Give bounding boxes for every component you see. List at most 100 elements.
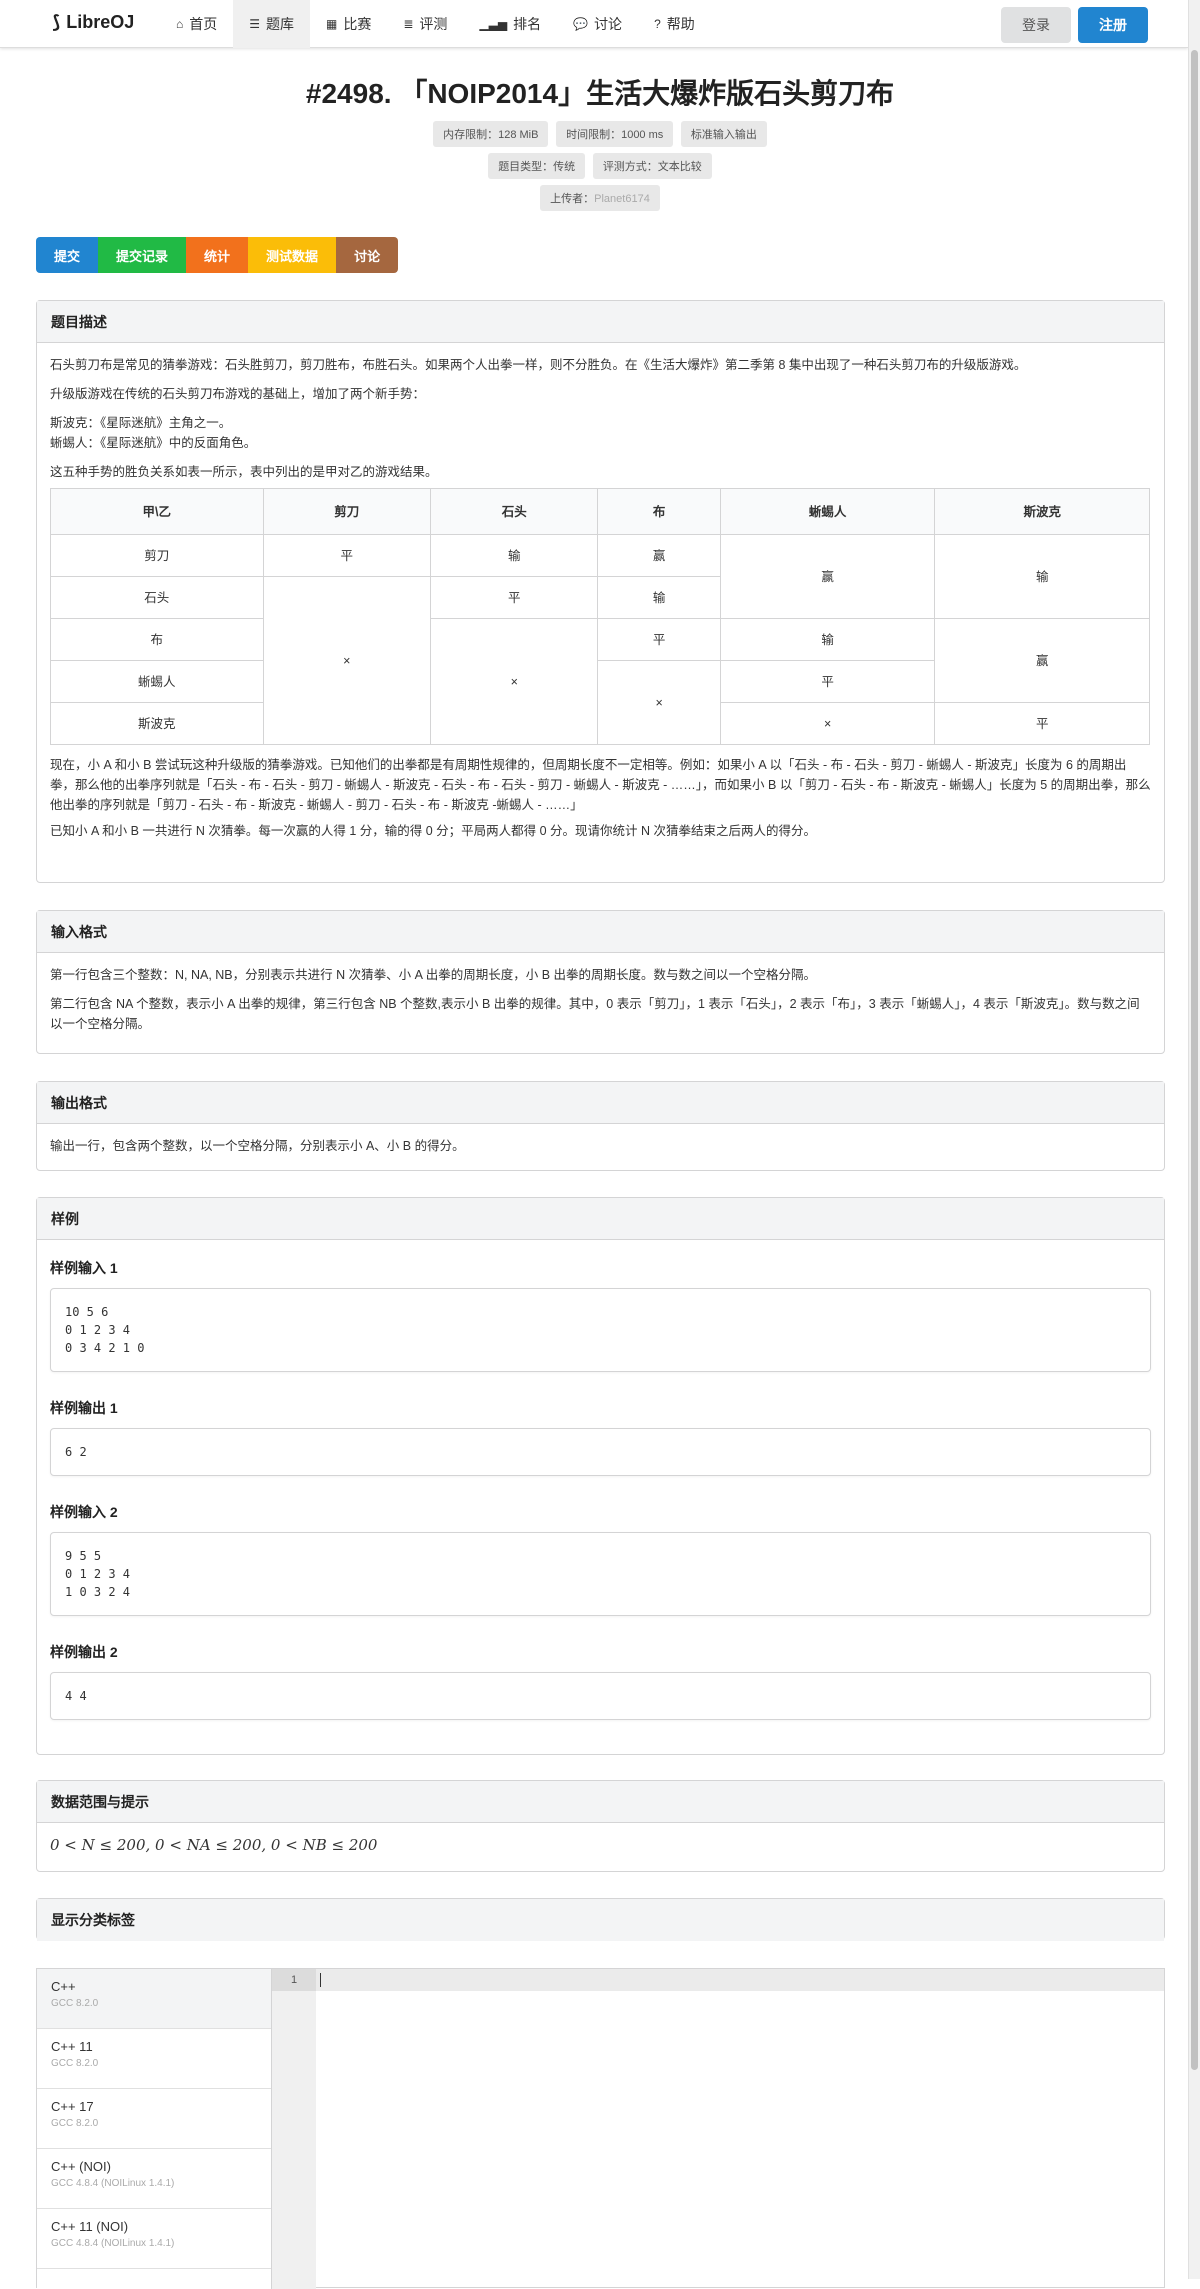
editor-cursor [320, 1973, 321, 1987]
language-item[interactable]: C++ 11 GCC 8.2.0 [37, 2029, 271, 2089]
scrollbar-thumb[interactable] [1191, 50, 1198, 2070]
table-cell: 输 [597, 576, 721, 619]
table-header: 斯波克 [934, 488, 1150, 535]
nav-ranklist[interactable]: ▁▃▅ 排名 [463, 0, 557, 48]
sample-input-2-label: 样例输入 2 [50, 1504, 118, 1520]
language-version: GCC 8.2.0 [51, 1998, 99, 2009]
testdata-button[interactable]: 测试数据 [248, 237, 337, 273]
nav-help[interactable]: ? 帮助 [638, 0, 711, 48]
page-scrollbar[interactable] [1188, 0, 1200, 2279]
table-header: 剪刀 [262, 488, 432, 535]
language-item[interactable]: C++ 17 GCC 8.2.0 [37, 2089, 271, 2149]
code-editor[interactable]: 1 [272, 1969, 1164, 2289]
action-buttons: 提交 提交记录 统计 测试数据 讨论 [36, 237, 399, 273]
logo-text: LibreOJ [66, 12, 135, 32]
row-label: 蜥蜴人 [50, 660, 264, 703]
top-navbar: ⟆ LibreOJ ⌂ 首页 ☰ 题库 ▦ 比赛 ≣ 评测 ▁▃▅ 排名 💬 讨论 ? 帮助 … [0, 0, 1188, 48]
uploader-name[interactable]: Planet6174 [594, 193, 650, 205]
output-format-card: 输出格式 输出一行，包含两个整数，以一个空格分隔，分别表示小 A、小 B 的得分… [36, 1081, 1165, 1171]
description-p4: 这五种手势的胜负关系如表一所示，表中列出的是甲对乙的游戏结果。 [50, 465, 438, 479]
help-icon: ? [654, 17, 661, 31]
samples-heading: 样例 [37, 1198, 1164, 1240]
sample-output-2[interactable]: 4 4 [50, 1672, 1151, 1720]
comments-icon: 💬 [573, 17, 589, 31]
description-p5: 现在，小 A 和小 B 尝试玩这种升级版的猜拳游戏。已知他们的出拳都是有周期性规… [50, 758, 1151, 812]
type-labels: 题目类型：传统 评测方式：文本比较 [0, 153, 1200, 179]
samples-card: 样例 样例输入 1 10 5 6 0 1 2 3 4 0 3 4 2 1 0 样… [36, 1197, 1165, 1755]
input-format-p1: 第一行包含三个整数：N, NA, NB，分别表示共进行 N 次猜拳、小 A 出拳… [50, 968, 816, 982]
time-limit-label: 时间限制：1000 ms [556, 121, 674, 147]
table-cell: 平 [719, 660, 936, 703]
output-format-p1: 输出一行，包含两个整数，以一个空格分隔，分别表示小 A、小 B 的得分。 [50, 1139, 465, 1153]
table-cell: 平 [597, 618, 721, 661]
editor-active-line[interactable] [316, 1969, 1164, 1991]
nav-help-label: 帮助 [666, 16, 695, 32]
sample-output-1[interactable]: 6 2 [50, 1428, 1151, 1476]
table-header: 蜥蜴人 [719, 488, 936, 535]
nav-contests-label: 比赛 [343, 16, 372, 32]
description-p6: 已知小 A 和小 B 一共进行 N 次猜拳。每一次赢的人得 1 分，输的得 0 … [50, 824, 817, 838]
register-button[interactable]: 注册 [1078, 7, 1148, 43]
submit-button[interactable]: 提交 [36, 237, 99, 273]
table-header: 布 [597, 488, 721, 535]
site-logo[interactable]: ⟆ LibreOJ [52, 12, 134, 33]
nav-submissions[interactable]: ≣ 评测 [387, 0, 463, 48]
list-icon: ☰ [249, 17, 261, 31]
language-name: C++ 11 (NOI) [51, 2219, 129, 2234]
sample-input-2[interactable]: 9 5 5 0 1 2 3 4 1 0 3 2 4 [50, 1532, 1151, 1616]
table-cell: 输 [934, 534, 1150, 619]
language-version: GCC 4.8.4 (NOILinux 1.4.1) [51, 2238, 175, 2249]
description-p3b: 蜥蜴人：《星际迷航》中的反面角色。 [50, 436, 257, 450]
table-cell: 输 [719, 618, 936, 661]
table-cell: 平 [262, 534, 432, 577]
table-cell: × [597, 660, 721, 745]
nav-submissions-label: 评测 [419, 16, 448, 32]
language-list: C++ GCC 8.2.0 C++ 11 GCC 8.2.0 C++ 17 GC… [37, 1969, 272, 2289]
language-item[interactable]: C++ 11 (NOI) GCC 4.8.4 (NOILinux 1.4.1) [37, 2209, 271, 2269]
problem-title: #2498. 「NOIP2014」生活大爆炸版石头剪刀布 [305, 78, 895, 109]
memory-limit-label: 内存限制：128 MiB [433, 121, 549, 147]
home-icon: ⌂ [176, 17, 184, 31]
language-name: C++ 11 [51, 2039, 93, 2054]
login-button[interactable]: 登录 [1001, 7, 1071, 43]
nav-discussion-label: 讨论 [594, 16, 623, 32]
statistics-button[interactable]: 统计 [186, 237, 249, 273]
discussion-button[interactable]: 讨论 [336, 237, 399, 273]
description-heading: 题目描述 [37, 301, 1164, 343]
signal-icon: ▁▃▅ [479, 17, 508, 31]
table-cell: × [430, 618, 599, 745]
sample-input-1[interactable]: 10 5 6 0 1 2 3 4 0 3 4 2 1 0 [50, 1288, 1151, 1372]
submissions-button[interactable]: 提交记录 [98, 237, 187, 273]
main-nav: ⌂ 首页 ☰ 题库 ▦ 比赛 ≣ 评测 ▁▃▅ 排名 💬 讨论 ? 帮助 [160, 0, 711, 48]
nav-problems[interactable]: ☰ 题库 [233, 0, 311, 48]
limit-labels: 内存限制：128 MiB 时间限制：1000 ms 标准输入输出 [0, 121, 1200, 147]
input-format-card: 输入格式 第一行包含三个整数：N, NA, NB，分别表示共进行 N 次猜拳、小… [36, 910, 1165, 1054]
table-cell: 赢 [597, 534, 721, 577]
nav-home[interactable]: ⌂ 首页 [160, 0, 233, 48]
description-p2: 升级版游戏在传统的石头剪刀布游戏的基础上，增加了两个新手势： [50, 387, 426, 401]
language-item[interactable]: C++ GCC 8.2.0 [37, 1969, 271, 2029]
table-header: 石头 [430, 488, 599, 535]
description-p3a: 斯波克：《星际迷航》主角之一。 [50, 416, 232, 430]
nav-discussion[interactable]: 💬 讨论 [557, 0, 638, 48]
tags-card[interactable]: 显示分类标签 [36, 1898, 1165, 1941]
row-label: 剪刀 [50, 534, 264, 577]
input-format-p2: 第二行包含 NA 个整数，表示小 A 出拳的规律，第三行包含 NB 个整数,表示… [50, 997, 1140, 1031]
table-header: 甲\乙 [50, 488, 264, 535]
limits-text: 0 < N ≤ 200, 0 < NA ≤ 200, 0 < NB ≤ 200 [50, 1836, 378, 1854]
limits-heading: 数据范围与提示 [37, 1781, 1164, 1823]
calendar-icon: ▦ [326, 17, 338, 31]
limits-card: 数据范围与提示 0 < N ≤ 200, 0 < NA ≤ 200, 0 < N… [36, 1780, 1165, 1872]
editor-gutter [272, 1969, 316, 2289]
nav-home-label: 首页 [189, 16, 218, 32]
language-item[interactable]: C++ (NOI) GCC 4.8.4 (NOILinux 1.4.1) [37, 2149, 271, 2209]
table-cell: × [719, 702, 936, 745]
nav-contests[interactable]: ▦ 比赛 [310, 0, 387, 48]
table-cell: × [262, 576, 432, 745]
table-cell: 赢 [934, 618, 1150, 703]
language-version: GCC 8.2.0 [51, 2058, 99, 2069]
line-number: 1 [272, 1969, 316, 1991]
language-name: C++ [51, 1979, 76, 1994]
language-version: GCC 8.2.0 [51, 2118, 99, 2129]
show-tags-toggle[interactable]: 显示分类标签 [37, 1899, 1164, 1941]
